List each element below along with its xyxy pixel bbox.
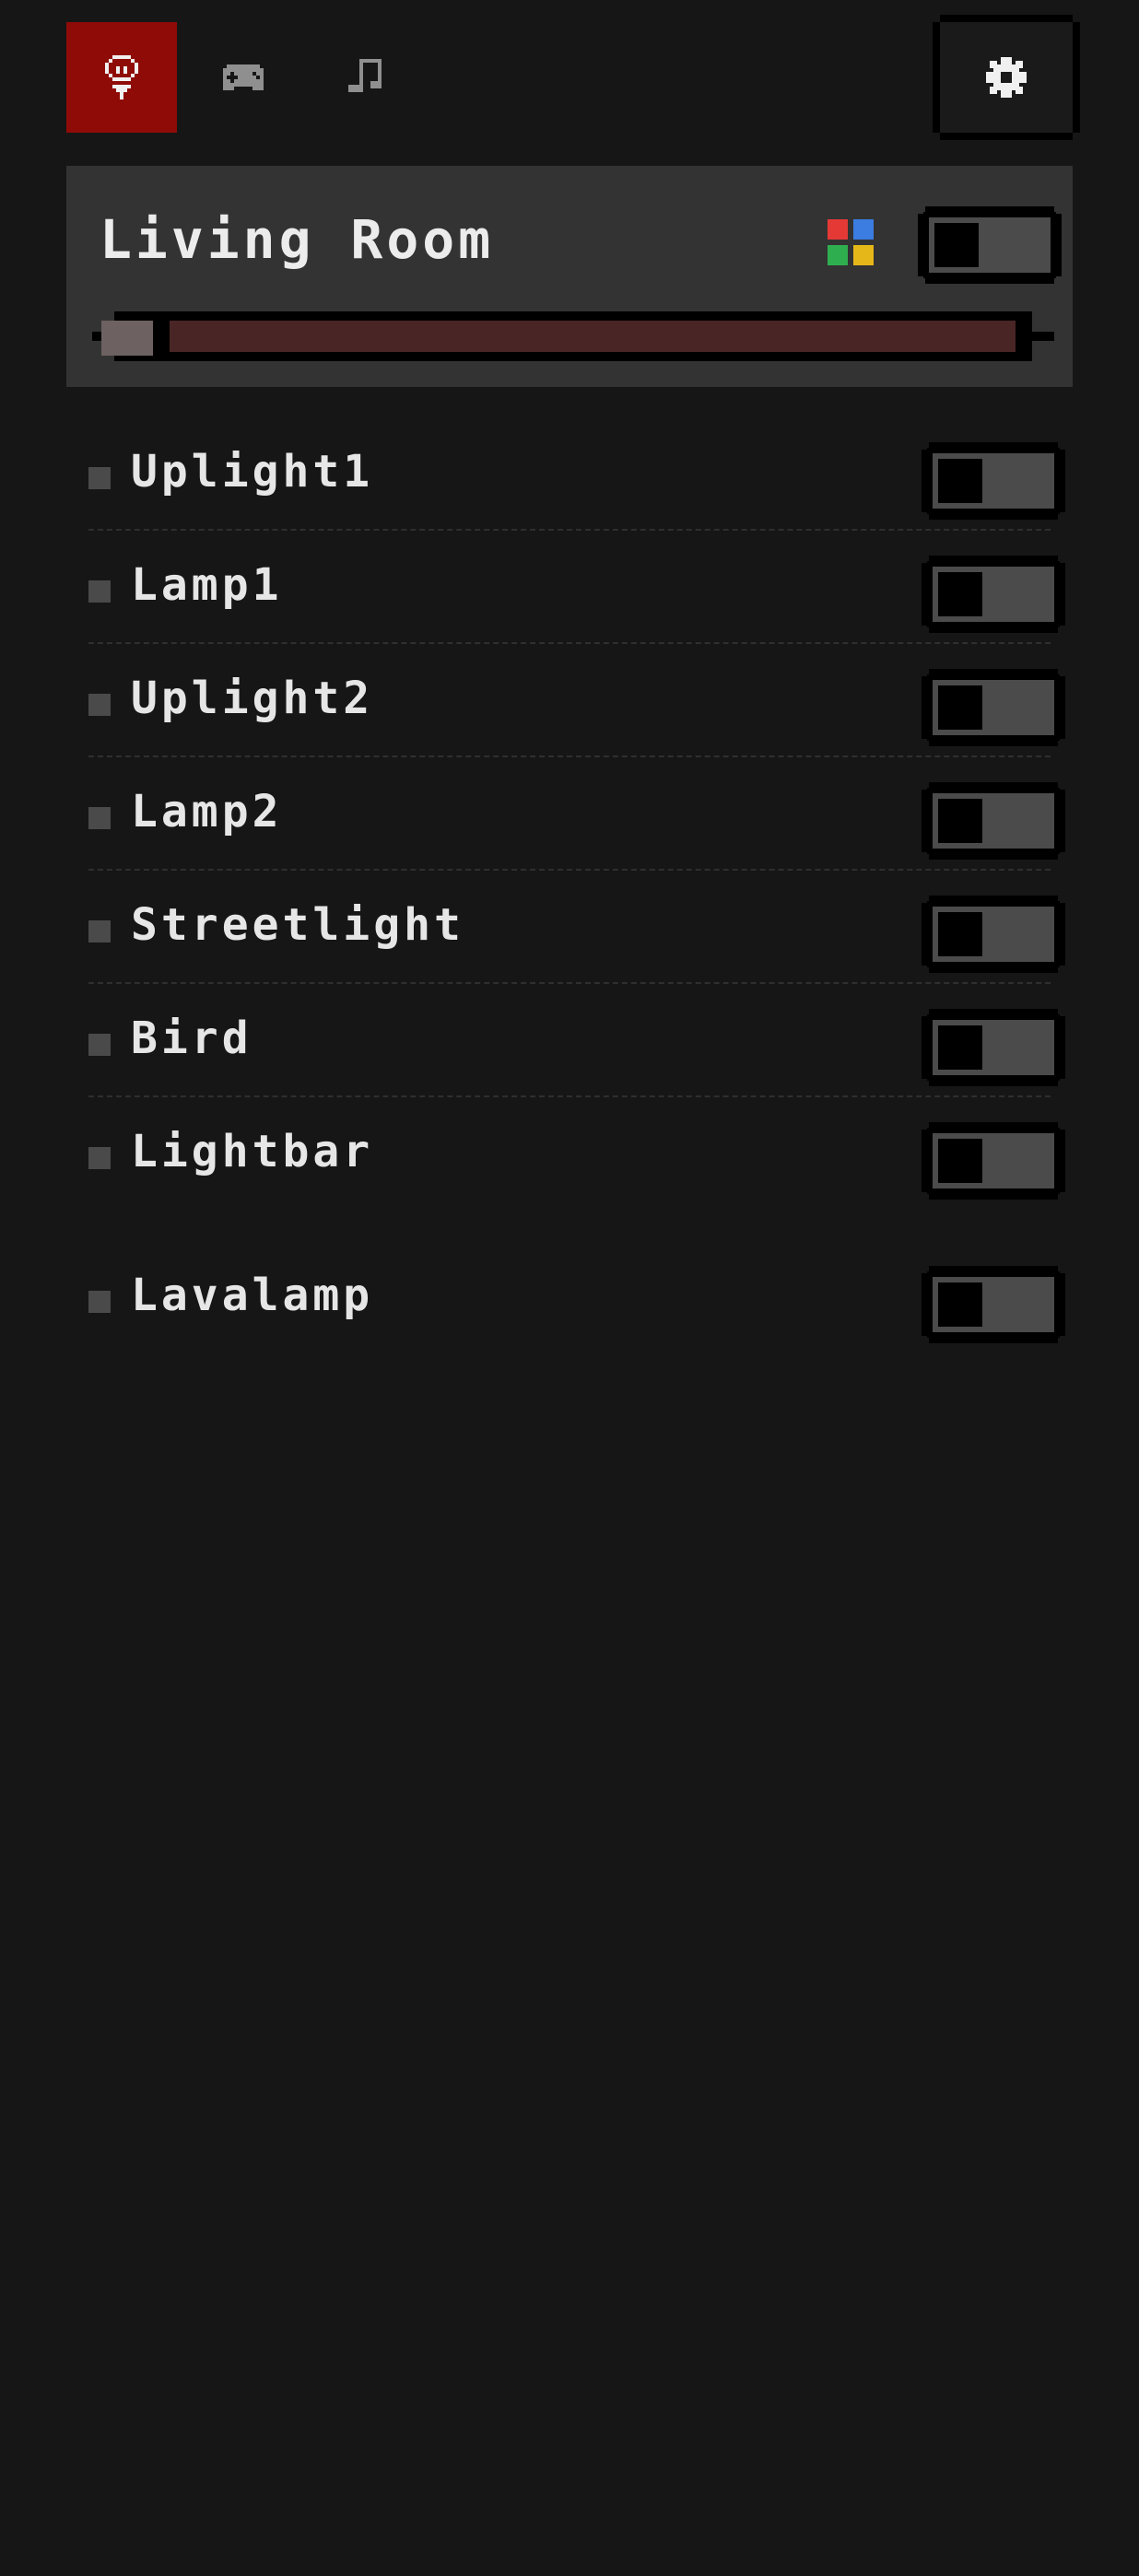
divider	[88, 869, 1051, 871]
device-toggle[interactable]	[927, 1014, 1060, 1081]
brightness-slider[interactable]	[92, 311, 1054, 361]
tab-music[interactable]	[310, 22, 420, 133]
gamepad-icon	[223, 64, 264, 90]
list-item: Bird	[88, 985, 1060, 1097]
status-indicator	[88, 807, 111, 829]
device-toggle[interactable]	[927, 1271, 1060, 1338]
room-power-toggle[interactable]	[923, 212, 1056, 278]
toggle-knob	[934, 223, 979, 267]
device-name: Lavalamp	[131, 1270, 374, 1321]
device-toggle[interactable]	[927, 561, 1060, 627]
toggle-knob	[938, 1139, 982, 1183]
device-toggle[interactable]	[927, 448, 1060, 514]
device-name: Lamp1	[131, 559, 283, 611]
toggle-knob	[938, 799, 982, 843]
device-name: Uplight1	[131, 446, 374, 498]
divider	[88, 1095, 1051, 1097]
status-indicator	[88, 580, 111, 603]
list-item: Uplight2	[88, 645, 1060, 757]
list-item: Lightbar	[88, 1098, 1060, 1211]
settings-button[interactable]	[940, 22, 1073, 133]
color-palette-icon[interactable]	[828, 219, 875, 267]
divider	[88, 982, 1051, 984]
status-indicator	[88, 467, 111, 489]
slider-track	[170, 321, 1016, 352]
toggle-knob	[938, 1282, 982, 1327]
top-navigation	[66, 22, 1073, 133]
device-name: Uplight2	[131, 673, 374, 724]
device-name: Lamp2	[131, 786, 283, 837]
toggle-knob	[938, 459, 982, 503]
list-item: Uplight1	[88, 418, 1060, 531]
divider	[88, 755, 1051, 757]
divider	[88, 642, 1051, 644]
list-item: Lamp1	[88, 532, 1060, 644]
toggle-knob	[938, 685, 982, 730]
status-indicator	[88, 694, 111, 716]
tab-games[interactable]	[188, 22, 299, 133]
toggle-knob	[938, 572, 982, 616]
status-indicator	[88, 1034, 111, 1056]
room-card: Living Room	[66, 166, 1073, 387]
tab-lights[interactable]	[66, 22, 177, 133]
status-indicator	[88, 1291, 111, 1313]
slider-thumb[interactable]	[101, 321, 153, 356]
device-name: Streetlight	[131, 899, 464, 951]
lightbulb-icon	[105, 55, 138, 100]
device-name: Lightbar	[131, 1126, 374, 1177]
toggle-knob	[938, 1025, 982, 1070]
device-toggle[interactable]	[927, 1128, 1060, 1194]
music-note-icon	[348, 59, 382, 92]
list-item: Lavalamp	[88, 1242, 1060, 1354]
device-toggle[interactable]	[927, 901, 1060, 967]
list-item: Lamp2	[88, 758, 1060, 871]
gear-icon	[986, 57, 1027, 98]
device-toggle[interactable]	[927, 674, 1060, 741]
toggle-knob	[938, 912, 982, 956]
device-toggle[interactable]	[927, 788, 1060, 854]
divider	[88, 529, 1051, 531]
status-indicator	[88, 1147, 111, 1169]
status-indicator	[88, 920, 111, 943]
list-item: Streetlight	[88, 872, 1060, 984]
device-name: Bird	[131, 1013, 252, 1064]
room-title: Living Room	[100, 208, 495, 271]
